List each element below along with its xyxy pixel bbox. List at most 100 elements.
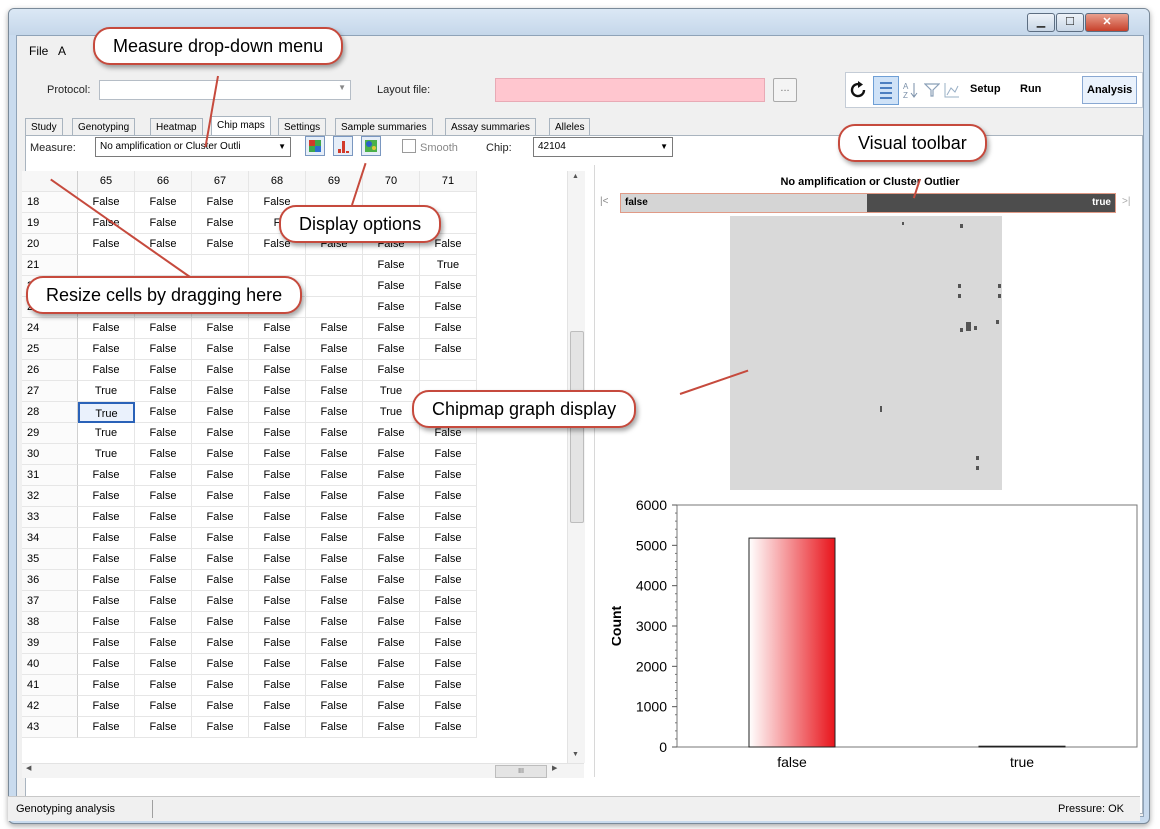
grid-cell[interactable]: False	[192, 717, 249, 738]
grid-cell[interactable]: False	[135, 213, 192, 234]
grid-cell[interactable]: False	[192, 360, 249, 381]
grid-cell[interactable]: False	[192, 654, 249, 675]
count-histogram[interactable]: 0 1000 2000 3000 4000 5000 6000 Count false true	[612, 495, 1142, 775]
grid-cell[interactable]: False	[192, 381, 249, 402]
grid-cell[interactable]	[192, 255, 249, 276]
grid-cell[interactable]: False	[192, 549, 249, 570]
row-header[interactable]: 29	[22, 423, 78, 444]
scroll-up-icon[interactable]: ▲	[572, 173, 579, 180]
horizontal-scrollbar[interactable]: ◀ III ▶	[22, 763, 584, 778]
grid-cell[interactable]: False	[249, 675, 306, 696]
row-header[interactable]: 28	[22, 402, 78, 423]
layout-file-input[interactable]	[495, 78, 765, 102]
grid-cell[interactable]: False	[192, 675, 249, 696]
grid-cell[interactable]: False	[192, 339, 249, 360]
grid-cell[interactable]: False	[249, 654, 306, 675]
grid-cell[interactable]: False	[192, 591, 249, 612]
grid-cell[interactable]: False	[249, 507, 306, 528]
grid-corner[interactable]	[22, 171, 78, 192]
grid-cell[interactable]: False	[249, 423, 306, 444]
grid-cell[interactable]: False	[306, 528, 363, 549]
grid-cell[interactable]: False	[135, 192, 192, 213]
grid-cell[interactable]: False	[135, 381, 192, 402]
measure-dropdown[interactable]: No amplification or Cluster Outli ▼	[95, 137, 291, 157]
grid-cell[interactable]: False	[420, 276, 477, 297]
grid-cell[interactable]: False	[249, 591, 306, 612]
grid-cell[interactable]: False	[192, 192, 249, 213]
grid-cell[interactable]: False	[306, 612, 363, 633]
grid-cell[interactable]: False	[135, 654, 192, 675]
row-header[interactable]: 30	[22, 444, 78, 465]
grid-cell[interactable]: False	[363, 612, 420, 633]
row-header[interactable]: 34	[22, 528, 78, 549]
grid-cell[interactable]: False	[420, 507, 477, 528]
grid-cell[interactable]: False	[306, 381, 363, 402]
grid-cell[interactable]: False	[306, 339, 363, 360]
grid-cell[interactable]: False	[135, 507, 192, 528]
grid-cell[interactable]: True	[420, 255, 477, 276]
grid-cell[interactable]: False	[78, 591, 135, 612]
grid-cell[interactable]: False	[192, 486, 249, 507]
grid-cell[interactable]: False	[306, 486, 363, 507]
grid-cell[interactable]: False	[363, 276, 420, 297]
chart-icon[interactable]	[944, 82, 960, 98]
grid-cell[interactable]: False	[306, 591, 363, 612]
grid-cell[interactable]: False	[135, 528, 192, 549]
grid-cell[interactable]: False	[135, 402, 192, 423]
histogram-display-button[interactable]	[333, 136, 353, 156]
menu-file[interactable]: File	[29, 44, 48, 58]
smooth-checkbox[interactable]	[402, 139, 416, 153]
grid-cell[interactable]: False	[249, 528, 306, 549]
grid-cell[interactable]: False	[135, 549, 192, 570]
tab-heatmap[interactable]: Heatmap	[150, 118, 203, 136]
grid-cell[interactable]: False	[192, 633, 249, 654]
grid-cell[interactable]: False	[420, 654, 477, 675]
grid-cell[interactable]: False	[192, 528, 249, 549]
row-header[interactable]: 21	[22, 255, 78, 276]
grid-cell[interactable]: False	[135, 444, 192, 465]
grid-cell[interactable]: False	[78, 696, 135, 717]
grid-cell[interactable]: False	[135, 339, 192, 360]
grid-cell[interactable]: True	[78, 381, 135, 402]
grid-cell[interactable]: False	[249, 444, 306, 465]
grid-cell[interactable]: False	[249, 402, 306, 423]
nav-last-icon[interactable]: >|	[1122, 196, 1130, 207]
heatmap-display-button[interactable]	[305, 136, 325, 156]
tab-alleles[interactable]: Alleles	[549, 118, 591, 136]
grid-cell[interactable]: False	[363, 654, 420, 675]
row-header[interactable]: 20	[22, 234, 78, 255]
row-header[interactable]: 35	[22, 549, 78, 570]
grid-cell[interactable]: False	[363, 318, 420, 339]
grid-cell[interactable]: False	[249, 465, 306, 486]
grid-cell[interactable]: False	[363, 465, 420, 486]
grid-cell[interactable]: False	[306, 717, 363, 738]
scroll-right-icon[interactable]: ▶	[552, 764, 557, 772]
chip-dropdown[interactable]: 42104 ▼	[533, 137, 673, 157]
grid-cell[interactable]: True	[78, 423, 135, 444]
grid-cell[interactable]: False	[78, 465, 135, 486]
grid-cell[interactable]: False	[249, 570, 306, 591]
row-header[interactable]: 40	[22, 654, 78, 675]
row-header[interactable]: 25	[22, 339, 78, 360]
grid-cell[interactable]: False	[192, 507, 249, 528]
grid-cell[interactable]: False	[363, 633, 420, 654]
grid-cell[interactable]: False	[420, 675, 477, 696]
filter-icon[interactable]	[924, 82, 940, 98]
nav-first-icon[interactable]: |<	[600, 196, 608, 207]
horizontal-scroll-thumb[interactable]: III	[495, 765, 547, 778]
row-header[interactable]: 32	[22, 486, 78, 507]
grid-cell[interactable]: False	[78, 675, 135, 696]
grid-cell[interactable]: False	[78, 360, 135, 381]
tab-settings[interactable]: Settings	[278, 118, 327, 136]
protocol-select[interactable]: ▼	[99, 80, 351, 100]
grid-cell[interactable]: False	[420, 297, 477, 318]
chip-grid[interactable]: 65 66 67 68 69 70 71 18 False False False False 19 Fa…	[22, 171, 492, 763]
grid-cell[interactable]: False	[306, 402, 363, 423]
grid-cell[interactable]: False	[135, 465, 192, 486]
grid-cell[interactable]: False	[420, 465, 477, 486]
chipmap-graph[interactable]	[730, 216, 1002, 490]
row-header[interactable]: 38	[22, 612, 78, 633]
grid-cell[interactable]: False	[363, 423, 420, 444]
chipmap-legend-bar[interactable]: false true	[620, 193, 1116, 213]
column-header[interactable]: 71	[420, 171, 477, 192]
